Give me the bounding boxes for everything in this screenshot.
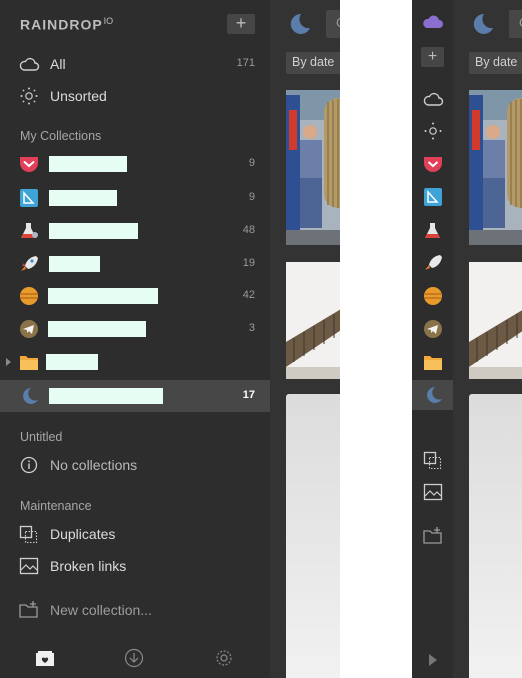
sparkle-icon bbox=[20, 87, 38, 105]
bookmark-thumbnail[interactable] bbox=[469, 262, 522, 379]
lab-flask-icon bbox=[21, 223, 38, 238]
empty-state: No collections bbox=[0, 449, 270, 481]
count-badge: 19 bbox=[242, 257, 255, 269]
duplicates-icon[interactable] bbox=[422, 450, 444, 470]
redacted-title bbox=[48, 321, 146, 337]
broken-image-icon[interactable] bbox=[422, 482, 444, 502]
sort-dropdown[interactable]: By date bbox=[286, 52, 340, 74]
count-badge: 171 bbox=[236, 57, 255, 69]
bookmark-thumbnail[interactable] bbox=[469, 394, 522, 678]
sort-dropdown[interactable]: By date bbox=[469, 52, 522, 74]
count-badge: 9 bbox=[248, 157, 255, 169]
new-collection-button[interactable]: New collection... bbox=[0, 594, 270, 626]
section-heading-untitled: Untitled bbox=[20, 430, 63, 444]
settings-gear-icon[interactable] bbox=[213, 648, 235, 668]
content-panel: C By date bbox=[453, 0, 522, 678]
sidebar-item-unsorted[interactable]: Unsorted bbox=[0, 80, 270, 112]
count-badge: 3 bbox=[248, 322, 255, 334]
collection-item-active[interactable]: 17 bbox=[0, 380, 270, 412]
moon-icon bbox=[290, 13, 310, 34]
collection-item[interactable]: 19 bbox=[0, 248, 270, 280]
cloud-icon[interactable] bbox=[422, 89, 444, 109]
cloud-logo-icon bbox=[423, 15, 443, 28]
sidebar-item-label: Duplicates bbox=[50, 526, 116, 542]
redacted-title bbox=[46, 354, 98, 370]
bookmark-book-icon bbox=[20, 189, 38, 207]
section-heading-maintenance: Maintenance bbox=[20, 499, 92, 513]
collection-item[interactable]: 9 bbox=[0, 182, 270, 214]
folder-icon[interactable] bbox=[422, 352, 444, 372]
empty-state-label: No collections bbox=[50, 457, 138, 473]
collection-item[interactable]: 3 bbox=[0, 313, 270, 345]
collection-item[interactable]: 42 bbox=[0, 280, 270, 312]
add-button[interactable]: + bbox=[421, 47, 444, 67]
add-folder-icon bbox=[19, 601, 38, 618]
search-input[interactable]: C bbox=[326, 10, 340, 38]
broken-image-icon bbox=[19, 557, 39, 575]
redacted-title bbox=[49, 388, 163, 404]
bookmark-book-icon[interactable] bbox=[422, 187, 444, 207]
expand-sidebar-icon[interactable] bbox=[426, 650, 440, 670]
section-heading-my-collections: My Collections bbox=[20, 129, 102, 143]
duplicates-icon bbox=[19, 525, 38, 544]
count-badge: 17 bbox=[242, 389, 255, 401]
redacted-title bbox=[48, 288, 158, 304]
count-badge: 42 bbox=[242, 289, 255, 301]
planet-icon bbox=[20, 287, 38, 305]
sidebar-item-label: Broken links bbox=[50, 558, 127, 574]
add-button[interactable]: + bbox=[227, 14, 255, 34]
sidebar: RAINDROPIO + All 171 Unsorted My Collect… bbox=[0, 0, 270, 678]
bookmark-thumbnail[interactable] bbox=[469, 90, 522, 245]
download-icon[interactable] bbox=[123, 648, 145, 668]
brand-logo: RAINDROPIO bbox=[20, 16, 114, 33]
collection-item[interactable]: 48 bbox=[0, 215, 270, 247]
collections-tab-icon[interactable] bbox=[34, 648, 56, 668]
cloud-icon bbox=[19, 57, 40, 71]
new-collection-label: New collection... bbox=[50, 602, 152, 618]
moon-icon[interactable] bbox=[422, 385, 444, 405]
rocket-icon bbox=[21, 256, 38, 271]
telegram-icon bbox=[20, 320, 38, 338]
bookmark-thumbnail[interactable] bbox=[286, 262, 340, 379]
sidebar-item-duplicates[interactable]: Duplicates bbox=[0, 518, 270, 550]
info-icon bbox=[20, 456, 38, 474]
sparkle-icon[interactable] bbox=[422, 121, 444, 141]
count-badge: 9 bbox=[248, 191, 255, 203]
folder-icon bbox=[20, 356, 38, 370]
count-badge: 48 bbox=[242, 224, 255, 236]
collection-item[interactable]: 9 bbox=[0, 148, 270, 180]
sidebar-item-label: Unsorted bbox=[50, 88, 107, 104]
moon-icon bbox=[23, 388, 38, 404]
redacted-title bbox=[49, 190, 117, 206]
search-input[interactable]: C bbox=[509, 10, 522, 38]
lab-flask-icon[interactable] bbox=[422, 221, 444, 241]
bookmark-thumbnail[interactable] bbox=[286, 394, 340, 678]
bookmark-thumbnail[interactable] bbox=[286, 90, 340, 245]
collapsed-sidebar: + bbox=[412, 0, 453, 678]
pocket-icon bbox=[20, 157, 38, 172]
pocket-icon[interactable] bbox=[422, 154, 444, 174]
redacted-title bbox=[49, 256, 100, 272]
expand-arrow-icon[interactable] bbox=[6, 358, 11, 366]
app-root: RAINDROPIO + All 171 Unsorted My Collect… bbox=[0, 0, 522, 678]
redacted-title bbox=[49, 156, 127, 172]
sidebar-item-label: All bbox=[50, 56, 66, 72]
sidebar-item-all[interactable]: All 171 bbox=[0, 48, 270, 80]
content-panel: C By date bbox=[270, 0, 340, 678]
add-folder-icon[interactable] bbox=[422, 526, 444, 546]
sidebar-item-broken-links[interactable]: Broken links bbox=[0, 550, 270, 582]
telegram-icon[interactable] bbox=[422, 319, 444, 339]
collection-item[interactable] bbox=[0, 346, 270, 378]
moon-icon bbox=[473, 13, 493, 34]
redacted-title bbox=[49, 223, 138, 239]
rocket-icon[interactable] bbox=[422, 253, 444, 273]
planet-icon[interactable] bbox=[422, 286, 444, 306]
